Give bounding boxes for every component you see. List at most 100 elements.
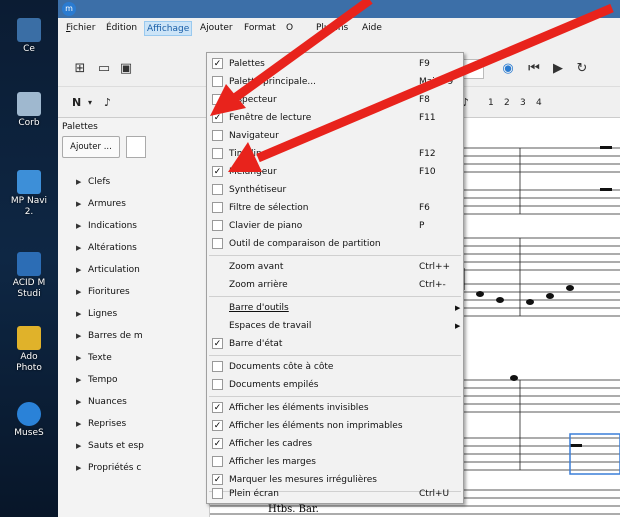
expand-arrow-icon: ▶ bbox=[76, 398, 82, 406]
menu-item-fenetre-de-lecture[interactable]: ✓ Fenêtre de lecture F11 bbox=[207, 109, 463, 127]
menu-item-documents-empiles[interactable]: Documents empilés bbox=[207, 376, 463, 394]
palette-item-alterations[interactable]: ▶ Altérations bbox=[76, 240, 137, 256]
expand-arrow-icon: ▶ bbox=[76, 376, 82, 384]
menu-item-synthetiseur[interactable]: Synthétiseur bbox=[207, 181, 463, 199]
palette-item-fioritures[interactable]: ▶ Fioritures bbox=[76, 284, 130, 300]
palette-item-clefs[interactable]: ▶ Clefs bbox=[76, 174, 110, 190]
palette-item-indications[interactable]: ▶ Indications bbox=[76, 218, 137, 234]
checkbox-checked: ✓ bbox=[212, 112, 223, 123]
rewind-icon[interactable]: ⏮ bbox=[524, 59, 544, 79]
loop-icon[interactable]: ↻ bbox=[572, 59, 592, 79]
new-file-icon[interactable]: ⊞ bbox=[70, 59, 90, 79]
palette-item-proprietes[interactable]: ▶ Propriétés c bbox=[76, 460, 141, 476]
menu-item-barre-doutils[interactable]: Barre d'outils ▶ bbox=[207, 299, 463, 317]
palette-item-texte[interactable]: ▶ Texte bbox=[76, 350, 112, 366]
menu-item-plein-ecran[interactable]: Plein écran Ctrl+U bbox=[207, 485, 463, 503]
menu-item-inspecteur[interactable]: Inspecteur F8 bbox=[207, 91, 463, 109]
computer-desktop-icon[interactable]: Ce bbox=[0, 18, 58, 55]
menu-separator bbox=[209, 296, 461, 297]
expand-arrow-icon: ▶ bbox=[76, 200, 82, 208]
musescore-window: m Fichier Édition Affichage Ajouter Form… bbox=[58, 0, 620, 517]
checkbox-unchecked bbox=[212, 238, 223, 249]
menu-plugins[interactable]: Plugins bbox=[314, 21, 350, 36]
palette-item-nuances[interactable]: ▶ Nuances bbox=[76, 394, 127, 410]
menu-item-palette-principale[interactable]: Palette principale... Maj+F9 bbox=[207, 73, 463, 91]
checkbox-checked: ✓ bbox=[212, 438, 223, 449]
play-icon[interactable]: ▶ bbox=[548, 59, 568, 79]
menu-item-zoom-arriere[interactable]: Zoom arrière Ctrl+- bbox=[207, 276, 463, 294]
midi-input-icon[interactable]: ◉ bbox=[498, 59, 518, 79]
menu-item-timeline[interactable]: Timeline F12 bbox=[207, 145, 463, 163]
desktop-icon-label: Corb bbox=[18, 118, 40, 128]
musescore-app-icon: m bbox=[62, 2, 76, 16]
palette-item-barres[interactable]: ▶ Barres de m bbox=[76, 328, 143, 344]
expand-arrow-icon: ▶ bbox=[76, 354, 82, 362]
checkbox-unchecked bbox=[212, 94, 223, 105]
voice-1-button[interactable]: 1 bbox=[488, 93, 494, 113]
checkbox-checked: ✓ bbox=[212, 338, 223, 349]
menu-format[interactable]: Format bbox=[242, 21, 278, 36]
menu-item-afficher-les-cadres[interactable]: ✓ Afficher les cadres bbox=[207, 435, 463, 453]
menu-item-documents-cote-a-cote[interactable]: Documents côte à côte bbox=[207, 358, 463, 376]
note-input-mode-button[interactable]: N bbox=[72, 93, 81, 113]
recycle-bin-desktop-icon[interactable]: Corb bbox=[0, 92, 58, 129]
desktop-icon-label: Ce bbox=[23, 44, 35, 54]
desktop-strip: Ce Corb MP Navi 2. ACID M Studi Ado Phot… bbox=[0, 0, 58, 517]
palette-item-articulations[interactable]: ▶ Articulation bbox=[76, 262, 140, 278]
photoshop-desktop-icon[interactable]: Ado Photo bbox=[0, 326, 58, 374]
voice-2-button[interactable]: 2 bbox=[504, 93, 510, 113]
expand-arrow-icon: ▶ bbox=[76, 332, 82, 340]
menu-item-filtre-de-selection[interactable]: Filtre de sélection F6 bbox=[207, 199, 463, 217]
menu-affichage[interactable]: Affichage bbox=[144, 21, 193, 36]
palettes-title: Palettes bbox=[62, 122, 98, 132]
menu-outils[interactable]: O bbox=[284, 21, 295, 36]
menu-item-clavier-de-piano[interactable]: Clavier de piano P bbox=[207, 217, 463, 235]
palette-item-armures[interactable]: ▶ Armures bbox=[76, 196, 126, 212]
palette-item-sauts[interactable]: ▶ Sauts et esp bbox=[76, 438, 144, 454]
voice-4-button[interactable]: 4 bbox=[536, 93, 542, 113]
menu-edition[interactable]: Édition bbox=[104, 21, 139, 36]
palette-item-reprises[interactable]: ▶ Reprises bbox=[76, 416, 126, 432]
instrument-label: Htbs. Bar. bbox=[268, 504, 319, 515]
menu-item-elements-invisibles[interactable]: ✓ Afficher les éléments invisibles bbox=[207, 399, 463, 417]
musescore-desktop-icon[interactable]: MuseS bbox=[0, 402, 58, 439]
chevron-down-icon[interactable]: ▾ bbox=[88, 93, 92, 113]
save-icon[interactable]: ▣ bbox=[116, 59, 136, 79]
menu-item-zoom-avant[interactable]: Zoom avant Ctrl++ bbox=[207, 258, 463, 276]
open-folder-icon[interactable]: ▭ bbox=[94, 59, 114, 79]
checkbox-checked: ✓ bbox=[212, 58, 223, 69]
menu-item-barre-detat[interactable]: ✓ Barre d'état bbox=[207, 335, 463, 353]
musescore-icon bbox=[17, 402, 41, 426]
menu-separator bbox=[209, 355, 461, 356]
desktop-icon-label: ACID M Studi bbox=[12, 278, 46, 299]
menu-item-navigateur[interactable]: Navigateur bbox=[207, 127, 463, 145]
mp-navigator-desktop-icon[interactable]: MP Navi 2. bbox=[0, 170, 58, 218]
submenu-arrow-icon: ▶ bbox=[455, 322, 461, 330]
checkbox-unchecked bbox=[212, 361, 223, 372]
palette-search-input[interactable] bbox=[126, 136, 146, 158]
voice-3-button[interactable]: 3 bbox=[520, 93, 526, 113]
menu-item-espaces-de-travail[interactable]: Espaces de travail ▶ bbox=[207, 317, 463, 335]
acid-desktop-icon[interactable]: ACID M Studi bbox=[0, 252, 58, 300]
checkbox-unchecked bbox=[212, 130, 223, 141]
menu-item-afficher-les-marges[interactable]: Afficher les marges bbox=[207, 453, 463, 471]
photoshop-icon bbox=[17, 326, 41, 350]
menu-aide[interactable]: Aide bbox=[360, 21, 384, 36]
eighth-note-icon[interactable]: ♪ bbox=[104, 93, 111, 113]
menu-item-elements-non-imprimables[interactable]: ✓ Afficher les éléments non imprimables bbox=[207, 417, 463, 435]
menu-ajouter[interactable]: Ajouter bbox=[198, 21, 235, 36]
palette-item-lignes[interactable]: ▶ Lignes bbox=[76, 306, 117, 322]
menu-item-palettes[interactable]: ✓ Palettes F9 bbox=[207, 55, 463, 73]
expand-arrow-icon: ▶ bbox=[76, 420, 82, 428]
palette-item-tempo[interactable]: ▶ Tempo bbox=[76, 372, 118, 388]
checkbox-unchecked bbox=[212, 379, 223, 390]
add-palette-button[interactable]: Ajouter ... bbox=[62, 136, 120, 158]
menu-item-melangeur[interactable]: ✓ Mélangeur F10 bbox=[207, 163, 463, 181]
desktop-icon-label: MP Navi 2. bbox=[10, 196, 48, 217]
menu-fichier[interactable]: Fichier bbox=[64, 21, 97, 36]
menu-item-outil-de-comparaison[interactable]: Outil de comparaison de partition bbox=[207, 235, 463, 253]
recycle-bin-icon bbox=[17, 92, 41, 116]
submenu-arrow-icon: ▶ bbox=[455, 304, 461, 312]
acid-icon bbox=[17, 252, 41, 276]
checkbox-unchecked bbox=[212, 148, 223, 159]
